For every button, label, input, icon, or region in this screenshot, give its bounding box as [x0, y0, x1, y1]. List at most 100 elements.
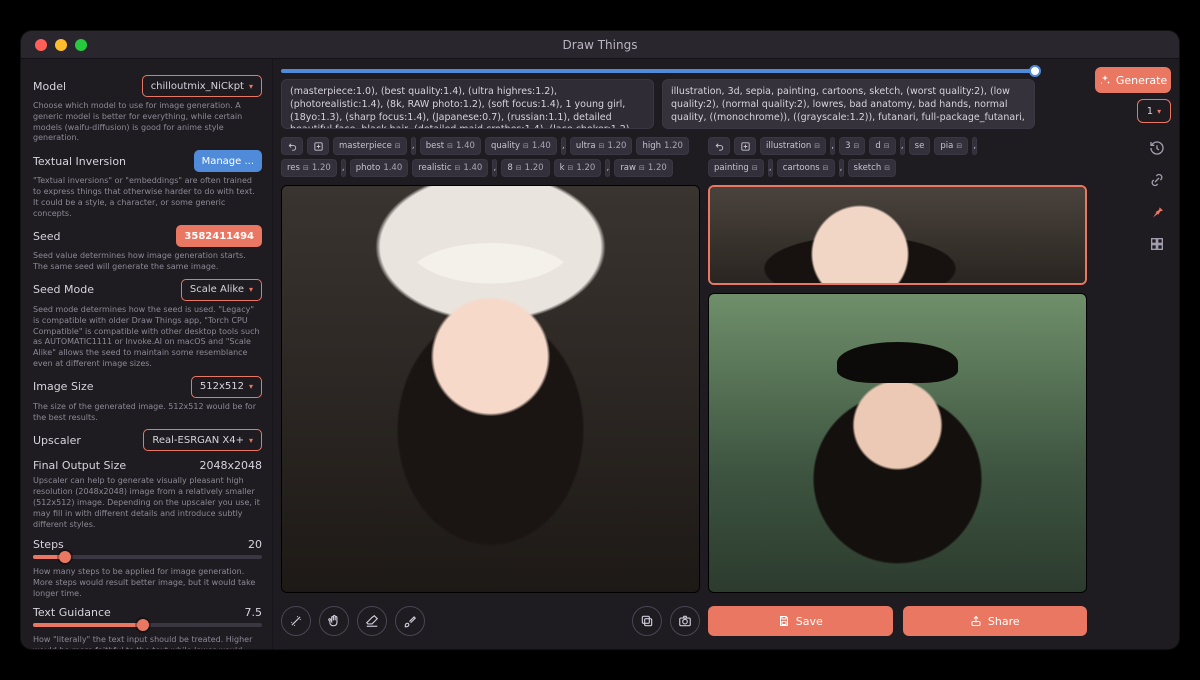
steps-label: Steps: [33, 538, 64, 551]
model-value: chilloutmix_NiCkpt: [151, 81, 244, 92]
chip-separator: ,: [492, 159, 497, 177]
remove-chip-icon[interactable]: ⊟: [814, 142, 820, 150]
positive-prompt-input[interactable]: (masterpiece:1.0), (best quality:1.4), (…: [281, 79, 654, 129]
insert-chip-button[interactable]: [734, 137, 756, 155]
remove-chip-icon[interactable]: ⊟: [823, 164, 829, 172]
share-label: Share: [988, 615, 1020, 628]
remove-chip-icon[interactable]: ⊟: [523, 142, 529, 150]
seed-mode-value: Scale Alike: [190, 284, 244, 295]
prompt-chip[interactable]: 8⊟1.20: [501, 159, 549, 177]
remove-chip-icon[interactable]: ⊟: [956, 142, 962, 150]
text-guidance-help: How "literally" the text input should be…: [33, 635, 262, 649]
seed-mode-help: Seed mode determines how the seed is use…: [33, 305, 262, 370]
seed-mode-select[interactable]: Scale Alike ▾: [181, 279, 262, 301]
save-icon: [778, 615, 790, 627]
main-panel: (masterpiece:1.0), (best quality:1.4), (…: [273, 59, 1179, 649]
chip-separator: ,: [411, 137, 416, 155]
grid-tool-icon[interactable]: [1146, 233, 1168, 255]
remove-chip-icon[interactable]: ⊟: [639, 164, 645, 172]
remove-chip-icon[interactable]: ⊟: [884, 164, 890, 172]
remove-chip-icon[interactable]: ⊟: [516, 164, 522, 172]
progress-slider[interactable]: [281, 69, 1035, 73]
prompt-chip[interactable]: illustration⊟: [760, 137, 826, 155]
upscaler-select[interactable]: Real-ESRGAN X4+ ▾: [143, 429, 262, 451]
wand-tool-button[interactable]: [281, 606, 311, 636]
prompt-chip[interactable]: ultra⊟1.20: [570, 137, 633, 155]
chip-separator: ,: [900, 137, 905, 155]
prompt-chip[interactable]: masterpiece⊟: [333, 137, 407, 155]
prompt-chip[interactable]: d⊟: [869, 137, 895, 155]
remove-chip-icon[interactable]: ⊟: [447, 142, 453, 150]
generated-image-preview: [282, 186, 699, 592]
undo-chip-button[interactable]: [281, 137, 303, 155]
positive-token-chips: masterpiece⊟,best⊟1.40quality⊟1.40,ultra…: [281, 137, 700, 177]
seed-input[interactable]: 3582411494: [176, 225, 262, 247]
prompt-chip[interactable]: painting⊟: [708, 159, 764, 177]
manage-textual-inversion-button[interactable]: Manage ...: [194, 150, 262, 172]
remove-chip-icon[interactable]: ⊟: [854, 142, 860, 150]
remove-chip-icon[interactable]: ⊟: [599, 142, 605, 150]
app-window: Draw Things Model chilloutmix_NiCkpt ▾ C…: [20, 30, 1180, 650]
remove-chip-icon[interactable]: ⊟: [752, 164, 758, 172]
brush-tool-button[interactable]: [395, 606, 425, 636]
chevron-down-icon: ▾: [1157, 107, 1161, 116]
copy-button[interactable]: [632, 606, 662, 636]
pin-tool-icon[interactable]: [1146, 201, 1168, 223]
image-size-select[interactable]: 512x512 ▾: [191, 376, 262, 398]
prompt-chip[interactable]: sketch⊟: [848, 159, 897, 177]
save-label: Save: [796, 615, 823, 628]
prompt-chip[interactable]: se: [909, 137, 931, 155]
insert-chip-button[interactable]: [307, 137, 329, 155]
reference-image[interactable]: [708, 293, 1087, 593]
link-tool-icon[interactable]: [1146, 169, 1168, 191]
chevron-down-icon: ▾: [249, 285, 253, 294]
share-icon: [970, 615, 982, 627]
remove-chip-icon[interactable]: ⊟: [568, 164, 574, 172]
remove-chip-icon[interactable]: ⊟: [395, 142, 401, 150]
prompt-chip[interactable]: realistic⊟1.40: [412, 159, 488, 177]
prompt-chip[interactable]: photo1.40: [350, 159, 408, 177]
history-tool-icon[interactable]: [1146, 137, 1168, 159]
batch-value: 1: [1147, 106, 1153, 117]
prompt-chip[interactable]: cartoons⊟: [777, 159, 835, 177]
sidebar: Model chilloutmix_NiCkpt ▾ Choose which …: [21, 59, 273, 649]
prompt-chip[interactable]: pia⊟: [934, 137, 968, 155]
steps-slider[interactable]: [33, 555, 262, 559]
camera-button[interactable]: [670, 606, 700, 636]
undo-chip-button[interactable]: [708, 137, 730, 155]
prompt-chip[interactable]: 3⊟: [839, 137, 865, 155]
final-output-help: Upscaler can help to generate visually p…: [33, 476, 262, 530]
batch-count-select[interactable]: 1 ▾: [1137, 99, 1171, 123]
seed-mode-label: Seed Mode: [33, 283, 94, 296]
generate-label: Generate: [1116, 74, 1167, 87]
reference-image-content: [709, 294, 1086, 592]
chevron-down-icon: ▾: [249, 82, 253, 91]
canvas-image[interactable]: [281, 185, 700, 593]
prompt-chip[interactable]: res⊟1.20: [281, 159, 337, 177]
negative-prompt-input[interactable]: illustration, 3d, sepia, painting, carto…: [662, 79, 1035, 129]
text-guidance-label: Text Guidance: [33, 606, 111, 619]
share-button[interactable]: Share: [903, 606, 1088, 636]
remove-chip-icon[interactable]: ⊟: [455, 164, 461, 172]
history-thumbnail-selected[interactable]: [708, 185, 1087, 285]
upscaler-label: Upscaler: [33, 434, 81, 447]
window-title: Draw Things: [21, 38, 1179, 52]
text-guidance-slider[interactable]: [33, 623, 262, 627]
remove-chip-icon[interactable]: ⊟: [303, 164, 309, 172]
steps-help: How many steps to be applied for image g…: [33, 567, 262, 599]
eraser-tool-button[interactable]: [357, 606, 387, 636]
sparkle-icon: [1099, 74, 1111, 86]
generate-button[interactable]: Generate: [1095, 67, 1171, 93]
prompt-chip[interactable]: high1.20: [636, 137, 688, 155]
prompt-chip[interactable]: quality⊟1.40: [485, 137, 557, 155]
steps-value: 20: [248, 538, 262, 551]
prompt-chip[interactable]: best⊟1.40: [420, 137, 481, 155]
save-button[interactable]: Save: [708, 606, 893, 636]
hand-tool-button[interactable]: [319, 606, 349, 636]
thumbnail-image: [710, 187, 1085, 283]
prompt-chip[interactable]: k⊟1.20: [554, 159, 602, 177]
model-select[interactable]: chilloutmix_NiCkpt ▾: [142, 75, 262, 97]
remove-chip-icon[interactable]: ⊟: [884, 142, 890, 150]
prompt-chip[interactable]: raw⊟1.20: [614, 159, 672, 177]
chip-separator: ,: [561, 137, 566, 155]
